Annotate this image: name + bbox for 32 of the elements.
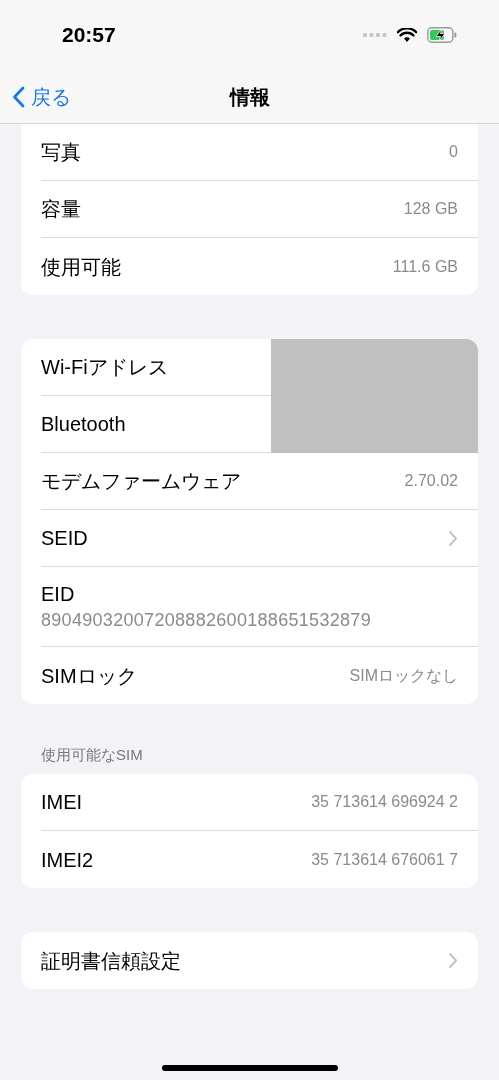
row-label: EID: [41, 581, 76, 607]
row-value: SIMロックなし: [349, 665, 458, 686]
wifi-icon: [397, 27, 417, 43]
section-header: 使用可能なSIM: [40, 745, 144, 765]
page-title: 情報: [229, 84, 270, 110]
row-label: 使用可能: [41, 254, 121, 280]
row-label: 容量: [41, 197, 81, 222]
back-button[interactable]: 戻る: [0, 81, 71, 112]
row-label: IMEI: [41, 790, 83, 815]
row-label: 証明書信頼設定: [41, 948, 181, 974]
row-label: モデムファームウェア: [41, 469, 241, 494]
row-label: SEID: [41, 526, 88, 551]
chevron-icon: [448, 529, 458, 547]
row-value: 128 GB: [403, 199, 458, 219]
row-label: 写真: [41, 140, 81, 165]
row-label: IMEI2: [41, 847, 94, 873]
signal-icon: [363, 33, 387, 37]
row-value: 0: [449, 142, 458, 162]
settings-row[interactable]: 証明書信頼設定: [41, 932, 478, 989]
row-value: 35 713614 696924 2: [311, 792, 458, 812]
row-value: 35 713614 676061 7: [311, 849, 458, 870]
settings-row[interactable]: SEID: [41, 510, 478, 567]
row-value: 89049032007208882600188651532879: [41, 608, 372, 632]
row-value: 111.6 GB: [392, 256, 458, 277]
battery-charging-icon: [427, 27, 457, 43]
back-chevron-icon: [12, 85, 25, 108]
row-value: 2.70.02: [404, 471, 458, 491]
chevron-icon: [448, 952, 458, 969]
row-label: SIMロック: [41, 663, 137, 689]
row-label: Bluetooth: [41, 412, 126, 437]
row-label: Wi-Fiアドレス: [41, 355, 168, 380]
status-time: 20:57: [62, 22, 116, 49]
